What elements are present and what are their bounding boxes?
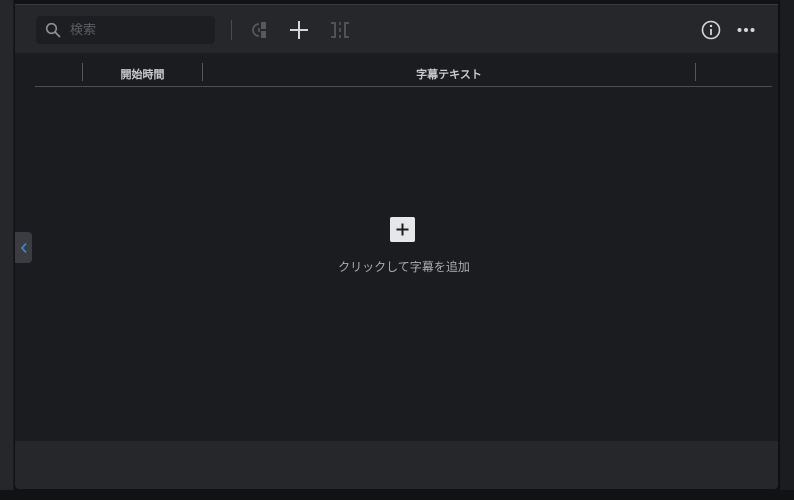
merge-subtitle-button[interactable] [327, 17, 353, 43]
search-box[interactable] [36, 16, 215, 44]
chevron-left-icon [20, 242, 27, 253]
split-subtitle-button[interactable] [247, 17, 273, 43]
search-input[interactable] [70, 22, 200, 38]
column-subtitle-text[interactable]: 字幕テキスト [203, 66, 695, 82]
add-subtitle-button[interactable] [286, 17, 312, 43]
more-button[interactable] [733, 17, 759, 43]
plus-icon [396, 223, 409, 236]
subtitle-table-header: 開始時間 字幕テキスト [35, 61, 772, 87]
info-button[interactable] [698, 17, 724, 43]
more-icon [737, 28, 755, 32]
subtitle-panel: 開始時間 字幕テキスト クリックして字幕を追加 [15, 4, 778, 489]
empty-state-message[interactable]: クリックして字幕を追加 [304, 258, 504, 275]
toolbar-divider [231, 20, 232, 40]
bottom-edge [0, 490, 794, 500]
search-icon [45, 22, 61, 38]
info-icon [701, 20, 721, 40]
subtitle-toolbar [15, 5, 778, 53]
collapse-sidebar-button[interactable] [15, 232, 32, 263]
right-panel-edge [779, 0, 794, 500]
column-divider[interactable] [695, 63, 696, 81]
left-panel-edge [0, 0, 14, 490]
plus-icon [290, 21, 308, 39]
panel-footer [15, 441, 778, 489]
add-subtitle-empty-button[interactable] [390, 217, 415, 242]
split-subtitle-icon [252, 22, 266, 38]
merge-subtitle-icon [331, 22, 349, 38]
column-start-time[interactable]: 開始時間 [83, 66, 202, 82]
